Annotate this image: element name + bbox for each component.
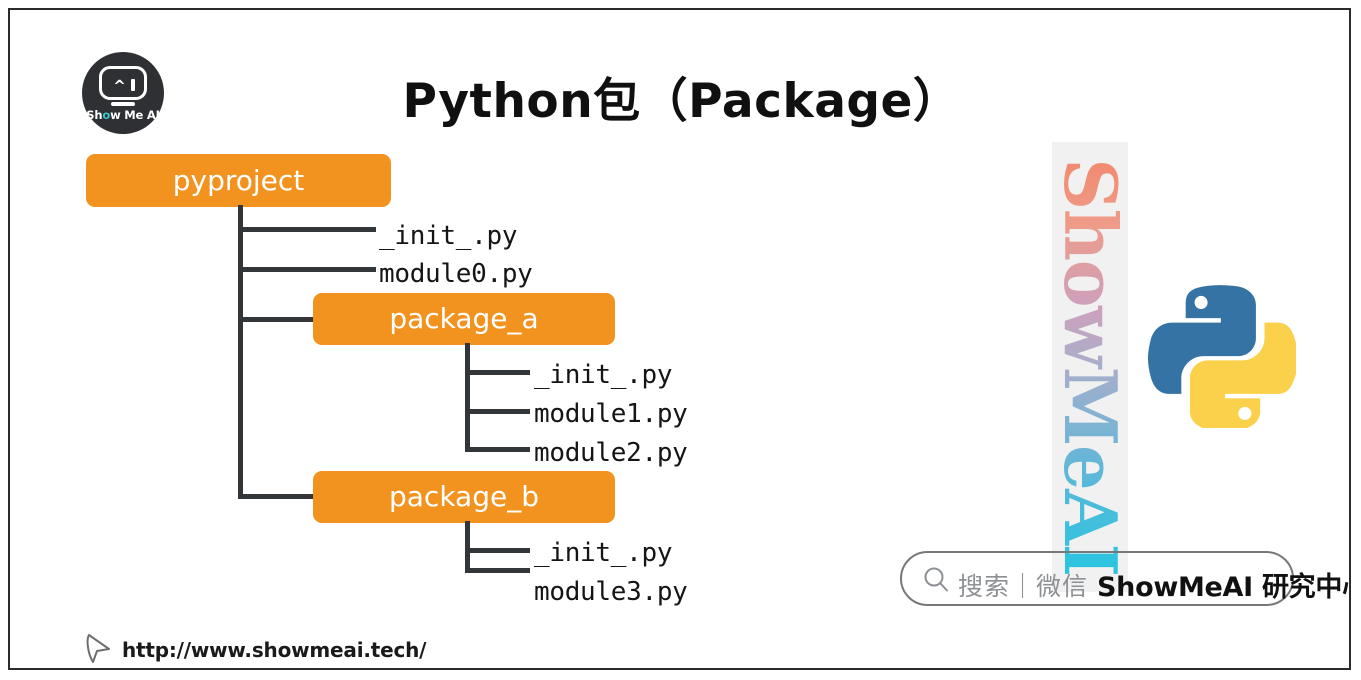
tree-leaf-module1: module1.py <box>534 399 688 429</box>
tree-branch-root-1 <box>238 267 376 272</box>
tree-branch-root-2 <box>238 317 318 322</box>
tree-node-pyproject[interactable]: pyproject <box>86 154 391 207</box>
tree-node-label: pyproject <box>172 163 305 197</box>
watermark-text: ShowMeAI <box>1052 142 1128 592</box>
tree-leaf-module3: module3.py <box>534 577 688 607</box>
tree-branch-root-3 <box>238 494 318 499</box>
tree-node-label: package_b <box>389 480 539 513</box>
tree-branch-a-2 <box>465 447 530 452</box>
tree-leaf-init-root: _init_.py <box>379 221 518 251</box>
tree-leaf-init-b: _init_.py <box>534 538 673 568</box>
footer-url[interactable]: http://www.showmeai.tech/ <box>122 638 426 662</box>
cursor-arrow-icon <box>86 634 110 663</box>
tree-node-label: package_a <box>389 302 539 335</box>
tree-leaf-module2: module2.py <box>534 438 688 468</box>
slide-canvas: ^ Show Me AI Python包（Package） pyproject … <box>8 8 1351 670</box>
tree-branch-b-0 <box>465 548 530 553</box>
tree-branch-a-1 <box>465 409 530 414</box>
tree-trunk-package-b <box>465 521 470 573</box>
python-logo <box>1147 285 1296 428</box>
watermark-text-wrap: ShowMeAI <box>1052 142 1128 592</box>
tree-branch-a-0 <box>465 370 530 375</box>
tree-node-package-b[interactable]: package_b <box>313 471 615 523</box>
tree-node-package-a[interactable]: package_a <box>313 293 615 345</box>
search-brand-text: ShowMeAI 研究中心 <box>1097 572 1351 603</box>
tree-branch-b-1 <box>465 568 530 573</box>
tree-trunk-main <box>238 205 243 498</box>
search-icon <box>924 567 948 592</box>
tree-leaf-init-a: _init_.py <box>534 360 673 390</box>
tree-trunk-package-a <box>465 343 470 451</box>
tree-branch-root-0 <box>238 227 376 232</box>
search-bar[interactable]: 搜索｜微信 ShowMeAI 研究中心 <box>900 551 1349 606</box>
tree-leaf-module0: module0.py <box>379 259 533 289</box>
page-title: Python包（Package） <box>402 74 961 129</box>
search-placeholder-text: 搜索｜微信 <box>958 572 1089 601</box>
